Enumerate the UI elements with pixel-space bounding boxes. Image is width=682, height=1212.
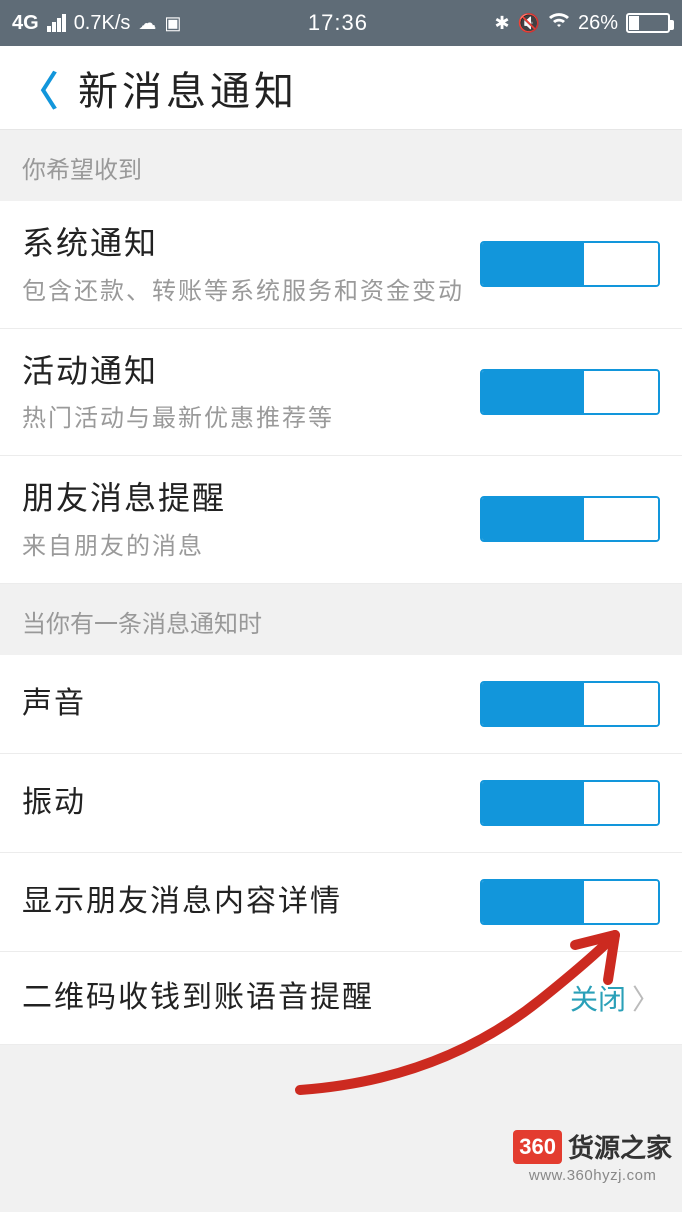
row-activity-notice[interactable]: 活动通知 热门活动与最新优惠推荐等 xyxy=(0,329,682,457)
section-header-receive: 你希望收到 xyxy=(0,130,682,201)
page-title: 新消息通知 xyxy=(78,59,298,117)
toggle-activity-notice[interactable] xyxy=(480,369,660,415)
row-title: 二维码收钱到账语音提醒 xyxy=(22,978,570,1017)
row-vibrate[interactable]: 振动 xyxy=(0,754,682,853)
row-title: 活动通知 xyxy=(22,351,480,393)
watermark-url: www.360hyzj.com xyxy=(529,1167,657,1184)
row-subtitle: 热门活动与最新优惠推荐等 xyxy=(22,398,480,433)
row-title: 振动 xyxy=(22,783,480,822)
row-value: 关闭 xyxy=(570,978,626,1018)
signal-bars-icon xyxy=(47,14,66,32)
row-friend-alert[interactable]: 朋友消息提醒 来自朋友的消息 xyxy=(0,456,682,584)
watermark: 360 货源之家 www.360hyzj.com xyxy=(513,1128,672,1184)
battery-fill xyxy=(629,16,639,30)
row-title: 显示朋友消息内容详情 xyxy=(22,882,480,921)
toggle-friend-alert[interactable] xyxy=(480,496,660,542)
back-button[interactable]: 〈 xyxy=(18,59,58,117)
network-speed: 0.7K/s xyxy=(74,12,131,35)
row-title: 朋友消息提醒 xyxy=(22,478,480,520)
bluetooth-icon: ✱ xyxy=(494,13,509,34)
toggle-show-detail[interactable] xyxy=(480,879,660,925)
section-header-when-msg: 当你有一条消息通知时 xyxy=(0,584,682,655)
row-system-notice[interactable]: 系统通知 包含还款、转账等系统服务和资金变动 xyxy=(0,201,682,329)
toggle-sound[interactable] xyxy=(480,681,660,727)
row-sound[interactable]: 声音 xyxy=(0,655,682,754)
status-bar: 4G 0.7K/s ☁ ▣ 17:36 ✱ 🔇 26% xyxy=(0,0,682,46)
row-title: 声音 xyxy=(22,684,480,723)
row-subtitle: 包含还款、转账等系统服务和资金变动 xyxy=(22,271,480,306)
cloud-icon: ☁ xyxy=(138,13,156,34)
battery-percent: 26% xyxy=(578,12,618,35)
status-right: ✱ 🔇 26% xyxy=(494,11,670,35)
network-type: 4G xyxy=(12,12,39,35)
battery-icon xyxy=(626,13,670,33)
status-left: 4G 0.7K/s ☁ ▣ xyxy=(12,12,181,35)
row-subtitle: 来自朋友的消息 xyxy=(22,526,480,561)
chevron-right-icon: 〉 xyxy=(632,978,660,1018)
wifi-icon xyxy=(548,11,570,35)
watermark-text: 货源之家 xyxy=(568,1128,672,1165)
toggle-system-notice[interactable] xyxy=(480,241,660,287)
watermark-badge: 360 xyxy=(513,1130,562,1164)
page-header: 〈 新消息通知 xyxy=(0,46,682,130)
status-time: 17:36 xyxy=(181,10,494,36)
app-icon: ▣ xyxy=(164,13,181,34)
toggle-vibrate[interactable] xyxy=(480,780,660,826)
row-show-detail[interactable]: 显示朋友消息内容详情 xyxy=(0,853,682,952)
mute-icon: 🔇 xyxy=(518,13,540,34)
row-qr-voice[interactable]: 二维码收钱到账语音提醒 关闭 〉 xyxy=(0,952,682,1045)
row-title: 系统通知 xyxy=(22,223,480,265)
